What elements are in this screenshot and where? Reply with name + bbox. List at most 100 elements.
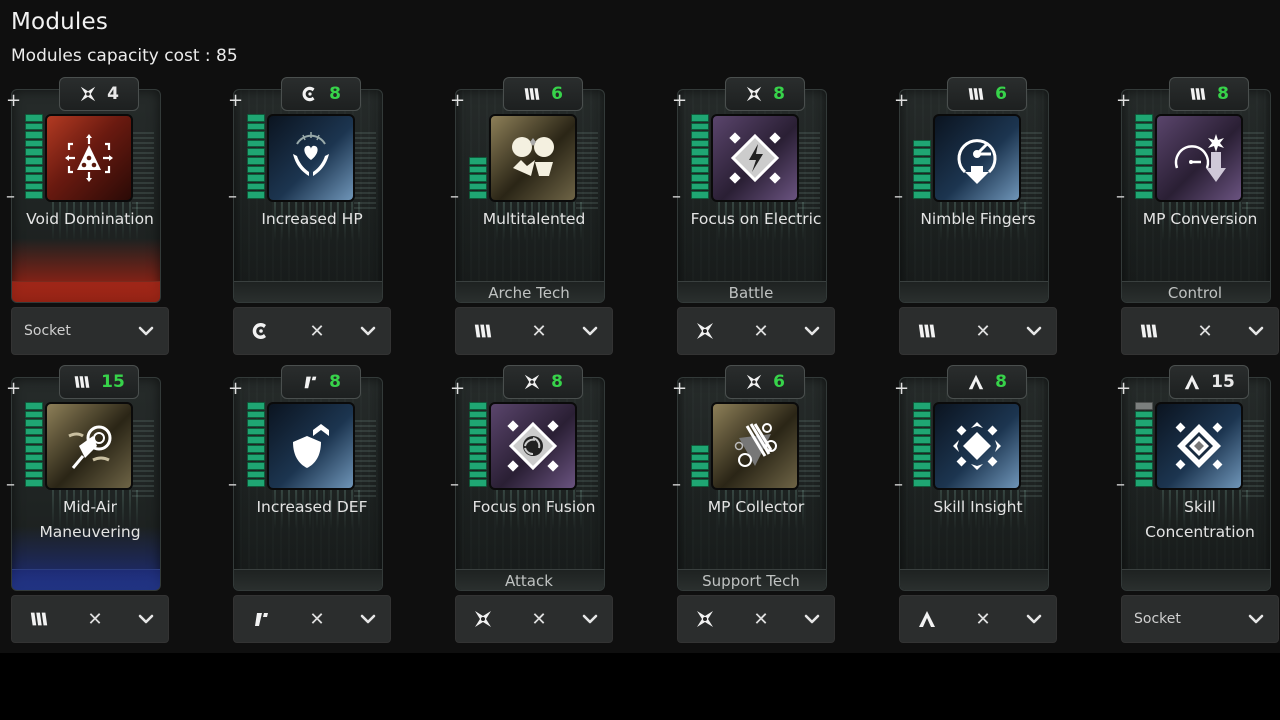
level-up-button[interactable]: + (672, 92, 687, 110)
remove-module-button[interactable]: ✕ (942, 609, 1024, 630)
chevron-down-icon[interactable] (136, 614, 156, 624)
level-bar-filled (691, 148, 709, 157)
level-down-button[interactable]: – (6, 188, 15, 206)
card-base (234, 569, 382, 590)
level-bar-filled (1135, 131, 1153, 139)
module-socket-selector[interactable]: ✕ (899, 307, 1057, 355)
circuit-pattern (576, 420, 598, 500)
chevron-down-icon[interactable] (136, 326, 156, 336)
remove-module-button[interactable]: ✕ (276, 321, 358, 342)
module-socket-selector[interactable]: ✕ (233, 595, 391, 643)
chevron-down-icon[interactable] (1246, 326, 1266, 336)
module-socket-selector[interactable]: ✕ (455, 307, 613, 355)
level-down-button[interactable]: – (1116, 188, 1125, 206)
remove-module-button[interactable]: ✕ (1164, 321, 1246, 342)
module-socket-selector[interactable]: ✕ (1121, 307, 1279, 355)
level-down-button[interactable]: – (894, 188, 903, 206)
cost-badge: 8 (281, 77, 361, 111)
card-base (900, 569, 1048, 590)
remove-module-button[interactable]: ✕ (54, 609, 136, 630)
module-card[interactable]: 15 + – Skill Concentration Socket (1110, 365, 1280, 647)
remove-module-button[interactable]: ✕ (942, 321, 1024, 342)
chevron-down-icon[interactable] (1246, 614, 1266, 624)
remove-module-button[interactable]: ✕ (276, 609, 358, 630)
level-bar-filled (913, 479, 931, 487)
module-socket-selector[interactable]: Socket (1121, 595, 1279, 643)
remove-module-button[interactable]: ✕ (720, 321, 802, 342)
module-card[interactable]: 6 + – MP Collector Support Tech ✕ (666, 365, 836, 647)
remove-module-button[interactable]: ✕ (498, 321, 580, 342)
level-up-button[interactable]: + (6, 92, 21, 110)
module-socket-selector[interactable]: Socket (11, 307, 169, 355)
module-cost: 8 (551, 372, 563, 392)
module-socket-selector[interactable]: ✕ (11, 595, 169, 643)
level-bar-filled (691, 479, 709, 487)
level-bar-filled (691, 157, 709, 165)
level-up-button[interactable]: + (1116, 92, 1131, 110)
module-socket-selector[interactable]: ✕ (677, 595, 835, 643)
level-up-button[interactable]: + (1116, 380, 1131, 398)
level-up-button[interactable]: + (450, 92, 465, 110)
level-down-button[interactable]: – (894, 476, 903, 494)
module-card[interactable]: 6 + – Nimble Fingers ✕ (888, 77, 1058, 359)
level-bar-filled (1135, 122, 1153, 131)
level-bar-filled (247, 470, 265, 479)
level-down-button[interactable]: – (228, 188, 237, 206)
electric-diamond-icon (711, 114, 799, 202)
level-bar-filled (1135, 453, 1153, 462)
level-bar-filled (913, 462, 931, 470)
chevron-down-icon[interactable] (802, 326, 822, 336)
module-card[interactable]: 15 + – Mid-Air Maneuvering ✕ (0, 365, 170, 647)
chevron-down-icon[interactable] (1024, 326, 1044, 336)
chevron-down-icon[interactable] (580, 326, 600, 336)
remove-module-button[interactable]: ✕ (720, 609, 802, 630)
shuriken-icon (523, 373, 541, 391)
chevron-down-icon[interactable] (358, 614, 378, 624)
level-up-button[interactable]: + (450, 380, 465, 398)
level-up-button[interactable]: + (894, 92, 909, 110)
module-category: Support Tech (702, 572, 800, 590)
level-up-button[interactable]: + (228, 380, 243, 398)
module-socket-selector[interactable]: ✕ (455, 595, 613, 643)
card-base (12, 281, 160, 302)
module-card[interactable]: 8 + – Skill Insight ✕ (888, 365, 1058, 647)
module-card[interactable]: 8 + – Increased HP ✕ (222, 77, 392, 359)
level-down-button[interactable]: – (672, 476, 681, 494)
remove-module-button[interactable]: ✕ (498, 609, 580, 630)
module-socket-selector[interactable]: ✕ (233, 307, 391, 355)
level-up-button[interactable]: + (228, 92, 243, 110)
module-cost: 8 (329, 84, 341, 104)
level-bar-filled (691, 470, 709, 479)
chevron-down-icon[interactable] (580, 614, 600, 624)
level-down-button[interactable]: – (6, 476, 15, 494)
level-down-button[interactable]: – (228, 476, 237, 494)
module-card[interactable]: 8 + – Increased DEF ✕ (222, 365, 392, 647)
level-up-button[interactable]: + (6, 380, 21, 398)
module-card[interactable]: 8 + – Focus on Electric Battle ✕ (666, 77, 836, 359)
module-card[interactable]: 4 + – Void Domination Socket (0, 77, 170, 359)
level-down-button[interactable]: – (450, 476, 459, 494)
level-bar-filled (469, 182, 487, 191)
level-bar-filled (25, 174, 43, 182)
module-card[interactable]: 8 + – Focus on Fusion Attack ✕ (444, 365, 614, 647)
module-card[interactable]: 6 + – Multitalented Arche Tech ✕ (444, 77, 614, 359)
level-bar-filled (25, 462, 43, 470)
chevron-down-icon[interactable] (802, 614, 822, 624)
level-bar-filled (469, 191, 487, 199)
level-bars (247, 113, 265, 199)
level-bar-filled (25, 139, 43, 148)
module-socket-selector[interactable]: ✕ (899, 595, 1057, 643)
level-down-button[interactable]: – (1116, 476, 1125, 494)
module-card[interactable]: 8 + – MP Conversion Control ✕ (1110, 77, 1280, 359)
module-socket-selector[interactable]: ✕ (677, 307, 835, 355)
level-bars (469, 401, 487, 487)
level-down-button[interactable]: – (450, 188, 459, 206)
heart-hands-icon (267, 114, 355, 202)
triple-bars-icon (24, 609, 54, 629)
chevron-down-icon[interactable] (358, 326, 378, 336)
level-up-button[interactable]: + (672, 380, 687, 398)
chevron-down-icon[interactable] (1024, 614, 1044, 624)
level-down-button[interactable]: – (672, 188, 681, 206)
module-name: Multitalented (482, 210, 586, 228)
level-up-button[interactable]: + (894, 380, 909, 398)
